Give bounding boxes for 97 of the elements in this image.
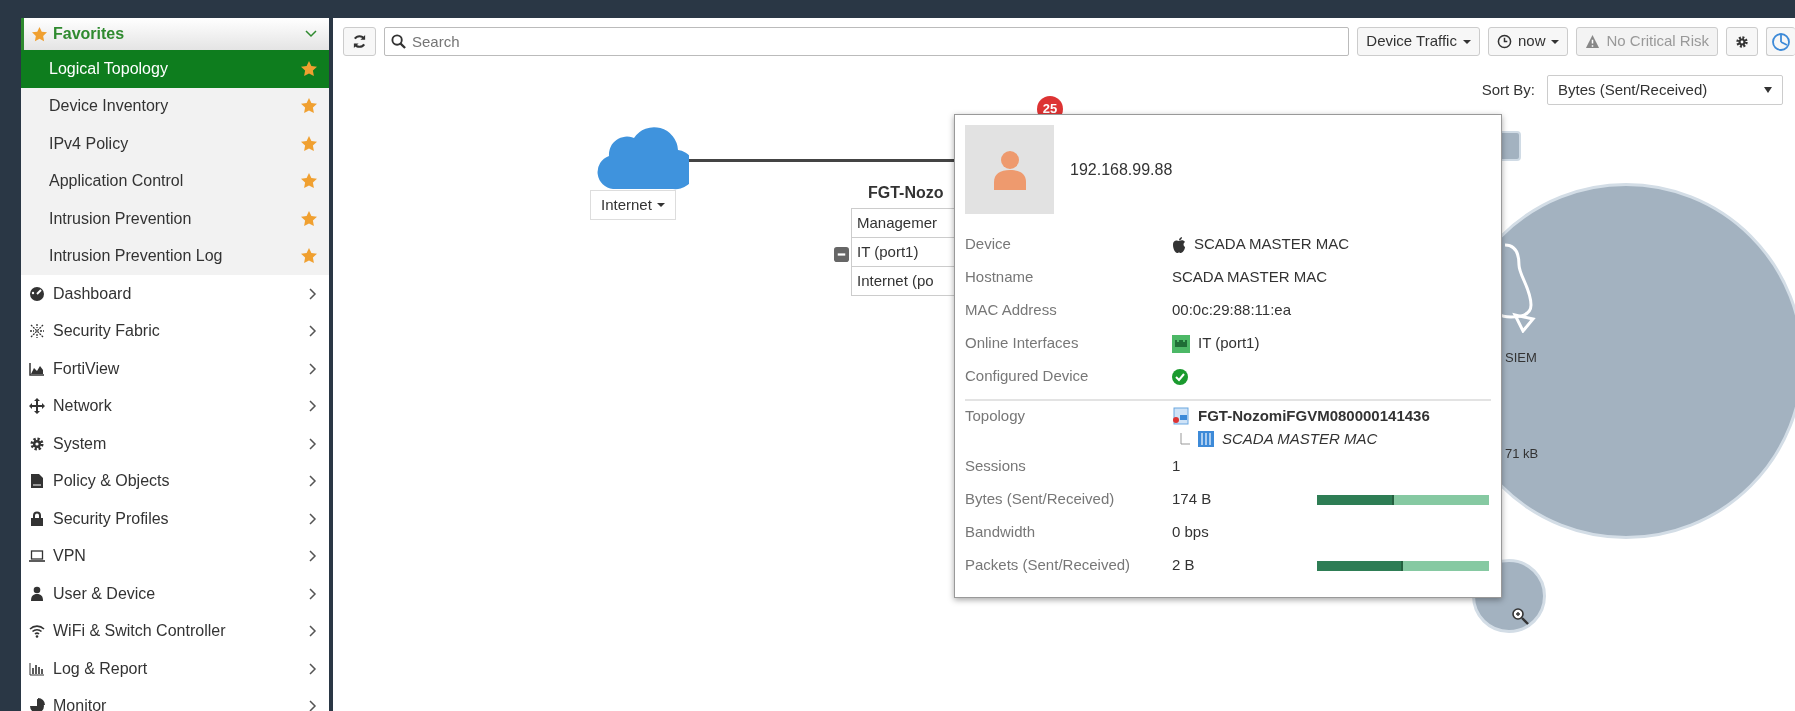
favorites-header[interactable]: Favorites bbox=[21, 18, 329, 50]
sidebar-item[interactable]: Network bbox=[21, 387, 329, 425]
firewall-name: FGT-Nozo bbox=[868, 183, 944, 203]
sidebar-item[interactable]: VPN bbox=[21, 537, 329, 575]
field-value: SCADA MASTER MAC bbox=[1172, 267, 1328, 288]
timer-button[interactable] bbox=[1766, 27, 1795, 56]
bar-chart-icon bbox=[29, 660, 45, 677]
wifi-icon bbox=[29, 623, 45, 640]
device-name: SIEM bbox=[1505, 349, 1537, 367]
chevron-right-icon bbox=[308, 662, 317, 675]
field-label: Bandwidth bbox=[965, 522, 1037, 543]
sidebar-item[interactable]: User & Device bbox=[21, 575, 329, 613]
favorite-item[interactable]: Intrusion Prevention bbox=[21, 200, 329, 238]
device-traffic: 71 kB bbox=[1505, 445, 1539, 463]
sidebar-item[interactable]: System bbox=[21, 425, 329, 463]
zoom-in-icon bbox=[1511, 607, 1529, 625]
pie-timer-icon bbox=[1771, 31, 1791, 52]
star-icon bbox=[301, 135, 317, 152]
topology-child: SCADA MASTER MAC bbox=[1222, 428, 1378, 449]
search-icon bbox=[391, 34, 406, 49]
field-value: 174 B bbox=[1172, 489, 1212, 510]
settings-button[interactable] bbox=[1726, 27, 1758, 56]
document-icon bbox=[29, 473, 45, 490]
interface-icon bbox=[1172, 334, 1190, 353]
chevron-right-icon bbox=[308, 362, 317, 375]
star-icon bbox=[301, 60, 317, 77]
move-arrows-icon bbox=[29, 398, 45, 415]
apple-icon bbox=[1172, 236, 1186, 253]
sidebar-item[interactable]: Dashboard bbox=[21, 275, 329, 313]
firewall-icon bbox=[1172, 407, 1190, 426]
field-label: Configured Device bbox=[965, 366, 1090, 387]
star-icon bbox=[301, 173, 317, 190]
search-field[interactable]: Search bbox=[384, 27, 1350, 56]
time-dropdown[interactable]: now bbox=[1487, 27, 1569, 56]
field-value: SCADA MASTER MAC bbox=[1194, 234, 1350, 255]
chevron-right-icon bbox=[308, 325, 317, 338]
favorite-item[interactable]: Logical Topology bbox=[21, 50, 329, 88]
user-icon bbox=[29, 585, 45, 602]
gear-icon bbox=[29, 435, 45, 452]
chevron-right-icon bbox=[308, 625, 317, 638]
refresh-button[interactable] bbox=[343, 27, 376, 56]
dashboard-icon bbox=[29, 285, 45, 302]
field-label: MAC Address bbox=[965, 300, 1058, 321]
sidebar-item[interactable]: Monitor bbox=[21, 687, 329, 711]
chevron-right-icon bbox=[308, 437, 317, 450]
tooltip-title: 192.168.99.88 bbox=[1070, 159, 1173, 180]
sidebar-item[interactable]: Policy & Objects bbox=[21, 462, 329, 500]
chevron-right-icon bbox=[308, 287, 317, 300]
topology-device: FGT-NozomiFGVM080000141436 bbox=[1198, 406, 1430, 426]
field-label: Sessions bbox=[965, 456, 1027, 477]
tree-connector-icon bbox=[1180, 432, 1190, 445]
favorite-item[interactable]: Device Inventory bbox=[21, 87, 329, 125]
sidebar-item[interactable]: FortiView bbox=[21, 350, 329, 388]
field-label: Packets (Sent/Received) bbox=[965, 555, 1132, 576]
sidebar-item[interactable]: Security Fabric bbox=[21, 312, 329, 350]
favorite-item[interactable]: IPv4 Policy bbox=[21, 125, 329, 163]
clock-icon bbox=[1496, 34, 1512, 49]
user-icon bbox=[991, 149, 1028, 190]
field-value: 00:0c:29:88:11:ea bbox=[1172, 300, 1291, 321]
gear-icon bbox=[1735, 34, 1749, 49]
fabric-icon bbox=[29, 323, 45, 340]
chevron-right-icon bbox=[308, 400, 317, 413]
star-icon bbox=[301, 248, 317, 265]
sidebar-item[interactable]: Log & Report bbox=[21, 650, 329, 688]
chevron-right-icon bbox=[308, 512, 317, 525]
refresh-icon bbox=[352, 34, 367, 49]
chevron-right-icon bbox=[308, 587, 317, 600]
traffic-dropdown[interactable]: Device Traffic bbox=[1357, 27, 1480, 56]
laptop-icon bbox=[29, 548, 45, 565]
sort-select[interactable]: Bytes (Sent/Received) bbox=[1547, 75, 1783, 105]
sort-label: Sort By: bbox=[1481, 79, 1535, 100]
field-value: 2 B bbox=[1172, 555, 1195, 576]
field-label: Bytes (Sent/Received) bbox=[965, 489, 1116, 510]
favorite-item[interactable]: Intrusion Prevention Log bbox=[21, 237, 329, 275]
star-icon bbox=[32, 26, 47, 42]
sidebar-item[interactable]: Security Profiles bbox=[21, 500, 329, 538]
sidebar-item[interactable]: WiFi & Switch Controller bbox=[21, 612, 329, 650]
chevron-right-icon bbox=[308, 550, 317, 563]
field-label: Device bbox=[965, 234, 1012, 255]
chevron-right-icon bbox=[308, 475, 317, 488]
server-icon bbox=[1198, 430, 1214, 447]
chevron-right-icon bbox=[308, 700, 317, 711]
field-value: 1 bbox=[1172, 456, 1181, 477]
field-label: Topology bbox=[965, 406, 1027, 426]
warning-icon bbox=[1585, 34, 1601, 49]
collapse-icon bbox=[834, 247, 849, 262]
star-icon bbox=[301, 98, 317, 115]
field-value: 0 bps bbox=[1172, 522, 1209, 543]
field-label: Online Interfaces bbox=[965, 333, 1080, 354]
lock-icon bbox=[29, 510, 45, 527]
field-value: IT (port1) bbox=[1198, 333, 1260, 354]
star-icon bbox=[301, 210, 317, 227]
pie-chart-icon bbox=[29, 698, 45, 711]
favorite-item[interactable]: Application Control bbox=[21, 162, 329, 200]
field-label: Hostname bbox=[965, 267, 1035, 288]
area-chart-icon bbox=[29, 360, 45, 377]
internet-dropdown[interactable]: Internet bbox=[590, 190, 676, 220]
